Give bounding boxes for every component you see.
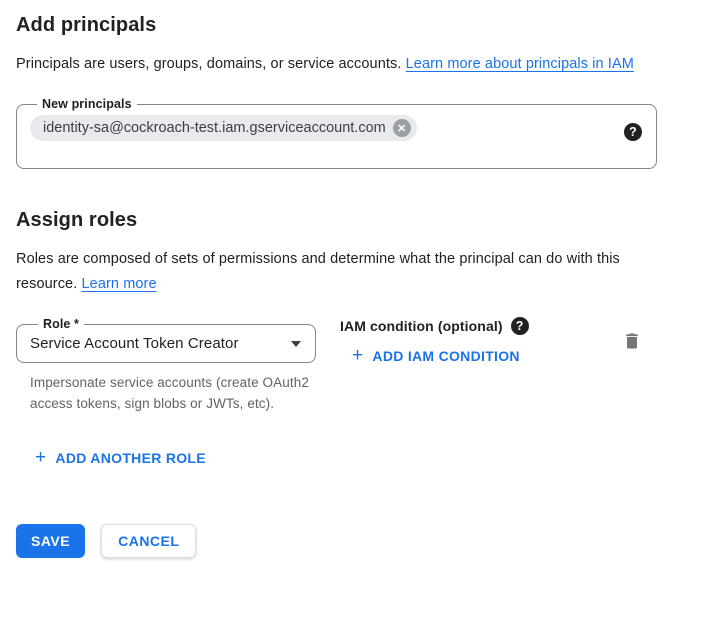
principals-help-icon[interactable]: ?: [624, 123, 642, 141]
add-iam-condition-label: ADD IAM CONDITION: [372, 348, 519, 364]
learn-more-roles-link[interactable]: Learn more: [81, 276, 156, 292]
principals-description: Principals are users, groups, domains, o…: [16, 52, 661, 77]
principals-description-text: Principals are users, groups, domains, o…: [16, 56, 406, 72]
page-title: Add principals: [16, 12, 713, 38]
principal-chip-value: identity-sa@cockroach-test.iam.gservicea…: [43, 120, 386, 136]
iam-condition-help-icon[interactable]: ?: [511, 317, 529, 335]
add-iam-condition-button[interactable]: + ADD IAM CONDITION: [352, 348, 520, 364]
new-principals-label: New principals: [37, 97, 137, 112]
role-select[interactable]: Role * Service Account Token Creator: [16, 317, 316, 363]
role-helper-text: Impersonate service accounts (create OAu…: [30, 372, 310, 414]
role-row: Role * Service Account Token Creator Imp…: [16, 317, 713, 414]
principal-chip: identity-sa@cockroach-test.iam.gservicea…: [30, 115, 417, 141]
new-principals-field[interactable]: New principals identity-sa@cockroach-tes…: [16, 97, 657, 169]
role-selected-value: Service Account Token Creator: [30, 335, 239, 352]
plus-icon: +: [35, 450, 46, 466]
chip-remove-icon[interactable]: ✕: [393, 119, 411, 137]
iam-condition-column: IAM condition (optional) ? + ADD IAM CON…: [340, 317, 529, 366]
delete-role-button[interactable]: [622, 331, 642, 351]
footer-actions: SAVE CANCEL: [16, 524, 713, 558]
iam-condition-label-row: IAM condition (optional) ?: [340, 317, 529, 335]
save-button[interactable]: SAVE: [16, 524, 85, 558]
cancel-button[interactable]: CANCEL: [101, 524, 196, 558]
trash-icon: [622, 331, 642, 351]
role-column: Role * Service Account Token Creator Imp…: [16, 317, 316, 414]
assign-roles-title: Assign roles: [16, 207, 713, 233]
role-select-inner: Service Account Token Creator: [30, 335, 303, 352]
iam-condition-label: IAM condition (optional): [340, 318, 503, 334]
learn-more-principals-link[interactable]: Learn more about principals in IAM: [406, 56, 634, 72]
role-label: Role *: [38, 317, 84, 332]
add-another-role-label: ADD ANOTHER ROLE: [55, 450, 206, 466]
chevron-down-icon: [291, 341, 301, 347]
roles-description: Roles are composed of sets of permission…: [16, 247, 626, 297]
plus-icon: +: [352, 348, 363, 364]
add-another-role-button[interactable]: + ADD ANOTHER ROLE: [35, 450, 206, 466]
